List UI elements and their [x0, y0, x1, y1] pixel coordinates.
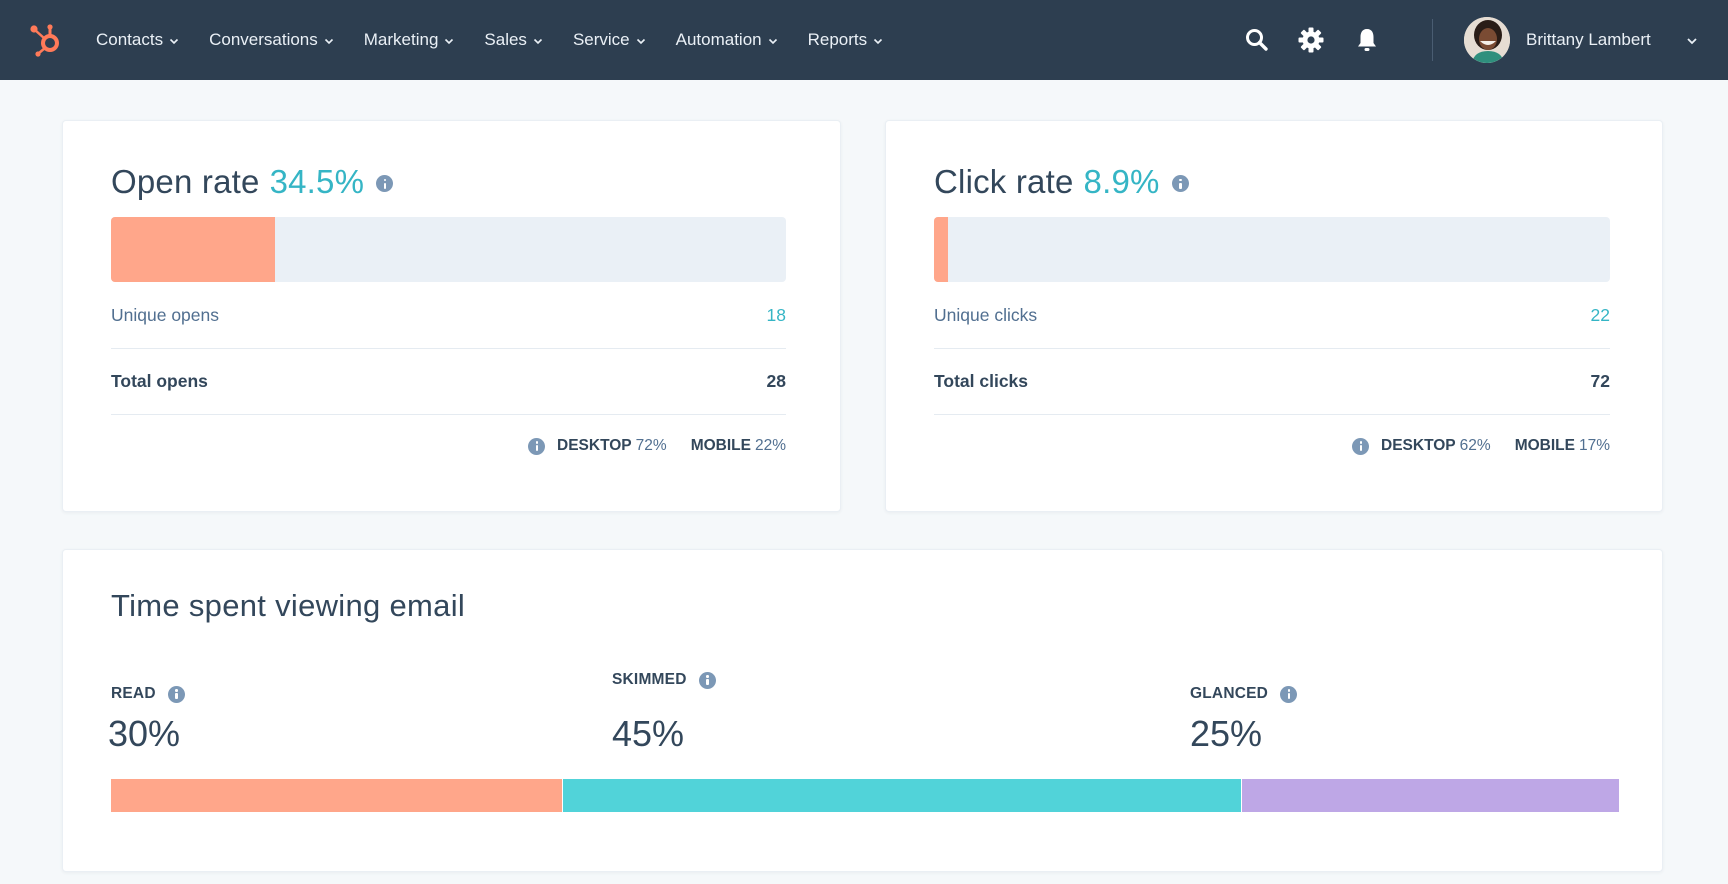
open-rate-heading: Open rate 34.5%: [111, 163, 394, 201]
desktop-label: DESKTOP: [557, 437, 632, 454]
read-label-text: READ: [111, 685, 156, 702]
click-rate-progress-fill: [934, 217, 948, 282]
unique-clicks-value-link[interactable]: 22: [1591, 305, 1610, 326]
desktop-value: 62%: [1459, 437, 1491, 454]
open-device-breakdown: DESKTOP 72% MOBILE 22%: [528, 437, 786, 455]
top-navigation-bar: Contacts Conversations Marketing Sales S…: [0, 0, 1728, 80]
nav-item-contacts[interactable]: Contacts: [96, 30, 179, 50]
chevron-down-icon: [324, 38, 333, 44]
click-rate-title: Click rate: [934, 163, 1074, 200]
open-rate-value: 34.5%: [269, 163, 365, 200]
bell-icon[interactable]: [1353, 26, 1381, 54]
time-spent-card: Time spent viewing email READ 30% SKIMME…: [62, 549, 1663, 872]
total-opens-row: Total opens 28: [111, 349, 786, 415]
skimmed-label-text: SKIMMED: [612, 671, 687, 688]
user-name[interactable]: Brittany Lambert: [1526, 30, 1651, 50]
gear-icon[interactable]: [1297, 26, 1325, 54]
chevron-down-icon: [636, 38, 645, 44]
info-icon[interactable]: [1171, 175, 1189, 192]
time-spent-stacked-bar: [111, 779, 1619, 812]
total-opens-value: 28: [766, 371, 786, 391]
open-rate-progress-fill: [111, 217, 276, 282]
unique-opens-label: Unique opens: [111, 305, 219, 325]
click-rate-heading: Click rate 8.9%: [934, 163, 1189, 201]
nav-utilities: Brittany Lambert: [1208, 0, 1728, 80]
glanced-percentage: 25%: [1190, 713, 1263, 754]
glanced-label: GLANCED: [1190, 685, 1298, 703]
info-icon[interactable]: [528, 437, 545, 455]
total-opens-label: Total opens: [111, 371, 208, 391]
total-clicks-row: Total clicks 72: [934, 349, 1610, 415]
user-avatar[interactable]: [1464, 17, 1510, 63]
info-icon[interactable]: [376, 175, 394, 192]
mobile-label: MOBILE: [690, 437, 751, 454]
chevron-down-icon: [533, 38, 543, 44]
avatar-photo-icon: [1464, 17, 1510, 63]
glanced-label-text: GLANCED: [1190, 685, 1269, 702]
nav-divider: [1432, 19, 1433, 61]
click-rate-value: 8.9%: [1083, 163, 1160, 200]
nav-item-marketing[interactable]: Marketing: [364, 30, 455, 50]
glanced-segment[interactable]: [1241, 779, 1619, 812]
nav-item-label: Contacts: [96, 30, 164, 49]
info-icon[interactable]: [1280, 685, 1298, 703]
nav-item-label: Conversations: [209, 30, 318, 49]
nav-item-conversations[interactable]: Conversations: [209, 30, 334, 50]
read-segment[interactable]: [111, 779, 564, 812]
mobile-value: 22%: [754, 437, 786, 454]
read-percentage: 30%: [108, 713, 181, 754]
unique-clicks-row: Unique clicks 22: [934, 283, 1610, 349]
nav-item-label: Marketing: [363, 30, 439, 49]
click-device-breakdown: DESKTOP 62% MOBILE 17%: [1352, 437, 1610, 455]
search-icon[interactable]: [1243, 26, 1271, 54]
total-clicks-value: 72: [1590, 371, 1610, 391]
open-rate-progress-bar: [111, 217, 786, 282]
read-label: READ: [111, 685, 185, 703]
open-rate-title: Open rate: [111, 163, 260, 200]
skimmed-label: SKIMMED: [612, 671, 716, 689]
click-rate-progress-bar: [934, 217, 1610, 282]
nav-item-sales[interactable]: Sales: [484, 30, 543, 50]
mobile-label: MOBILE: [1514, 437, 1575, 454]
nav-item-reports[interactable]: Reports: [808, 30, 884, 50]
time-spent-title: Time spent viewing email: [111, 588, 466, 623]
nav-item-label: Automation: [675, 30, 762, 49]
chevron-down-icon: [768, 38, 777, 44]
unique-opens-row: Unique opens 18: [111, 283, 786, 349]
nav-item-service[interactable]: Service: [573, 30, 646, 50]
skimmed-percentage: 45%: [612, 713, 685, 754]
chevron-down-icon: [170, 38, 179, 44]
unique-opens-value-link[interactable]: 18: [767, 305, 786, 326]
main-menu: Contacts Conversations Marketing Sales S…: [96, 0, 913, 80]
info-icon[interactable]: [167, 685, 185, 703]
mobile-value: 17%: [1578, 437, 1610, 454]
click-rate-card: Click rate 8.9% Unique clicks 22 Total c…: [885, 120, 1663, 512]
info-icon[interactable]: [698, 671, 716, 689]
chevron-down-icon: [445, 38, 454, 44]
chevron-down-icon[interactable]: [1686, 36, 1698, 46]
open-rate-card: Open rate 34.5% Unique opens 18 Total op…: [62, 120, 841, 512]
nav-item-label: Service: [572, 30, 630, 49]
unique-clicks-label: Unique clicks: [934, 305, 1038, 325]
nav-item-label: Reports: [807, 30, 868, 49]
desktop-label: DESKTOP: [1381, 437, 1456, 454]
hubspot-logo-icon[interactable]: [28, 20, 66, 58]
nav-item-label: Sales: [484, 30, 527, 49]
chevron-down-icon: [874, 38, 883, 44]
info-icon[interactable]: [1352, 437, 1369, 455]
desktop-value: 72%: [635, 437, 667, 454]
skimmed-segment[interactable]: [563, 779, 1242, 812]
total-clicks-label: Total clicks: [934, 371, 1029, 391]
nav-item-automation[interactable]: Automation: [676, 30, 778, 50]
